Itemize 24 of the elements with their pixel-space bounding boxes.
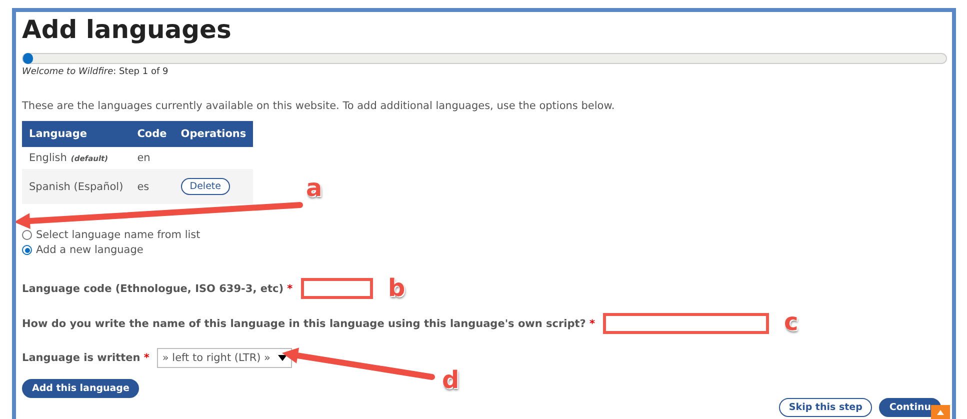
- delete-button[interactable]: Delete: [180, 178, 230, 195]
- column-header: Code: [130, 121, 174, 147]
- column-header: Language: [22, 121, 130, 147]
- continue-button[interactable]: Continu: [879, 398, 941, 417]
- radio-label: Add a new language: [36, 244, 144, 256]
- column-header: Operations: [174, 121, 254, 147]
- direction-select[interactable]: » left to right (LTR) »: [157, 348, 292, 368]
- code-cell: en: [130, 147, 174, 169]
- skip-button[interactable]: Skip this step: [778, 398, 872, 417]
- language-name: Spanish (Español): [29, 180, 124, 192]
- language-name: English: [29, 152, 67, 164]
- field-label: Language is written *: [22, 352, 150, 364]
- page-title: Add languages: [22, 14, 232, 46]
- radio-label: Select language name from list: [36, 229, 200, 241]
- add-language-button[interactable]: Add this language: [22, 379, 140, 398]
- annotation-letter: d: [442, 368, 460, 392]
- field-label: How do you write the name of this language in this language using this language's own script? *: [22, 318, 596, 330]
- step-caption: Welcome to Wildfire: Step 1 of 9: [22, 67, 170, 77]
- annotation-letter: c: [784, 310, 798, 334]
- annotation-letter: b: [388, 276, 406, 300]
- field-label: Language code (Ethnologue, ISO 639-3, etc) *: [22, 282, 293, 294]
- intro-text: These are the languages currently available on this website. To add additional languages, use the options below.: [22, 100, 616, 112]
- annotation-letter: a: [306, 176, 322, 200]
- code-cell: es: [130, 169, 174, 204]
